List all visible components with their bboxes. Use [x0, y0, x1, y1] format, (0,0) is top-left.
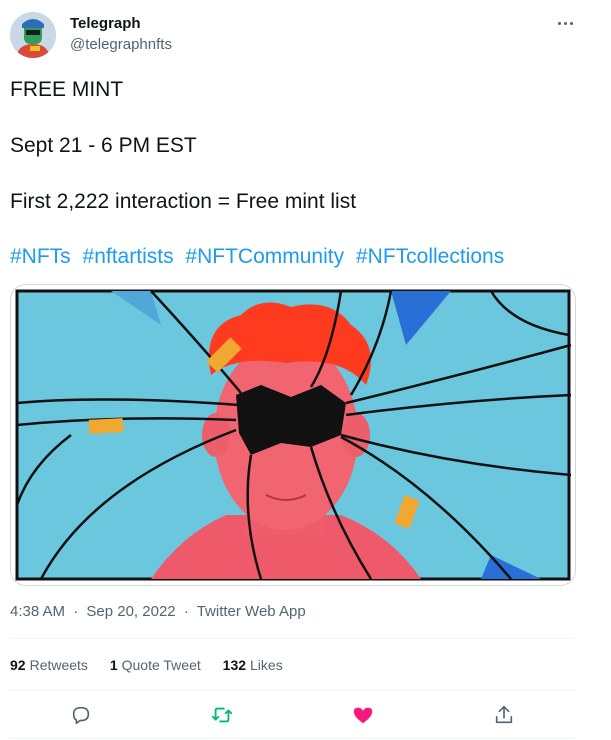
- tweet: Telegraph @telegraphnfts FREE MINT Sept …: [0, 0, 611, 740]
- reply-icon[interactable]: [70, 704, 94, 728]
- likes-label: Likes: [250, 657, 283, 673]
- quotes-label: Quote Tweet: [121, 657, 201, 673]
- tweet-meta: 4:38 AM · Sep 20, 2022 · Twitter Web App: [10, 602, 306, 622]
- retweet-icon[interactable]: [211, 704, 235, 728]
- hashtag-nfts[interactable]: #NFTs: [10, 245, 71, 268]
- avatar[interactable]: [10, 12, 56, 58]
- meta-separator: ·: [183, 603, 189, 620]
- tweet-line-1: FREE MINT: [10, 78, 124, 101]
- meta-separator: ·: [73, 603, 79, 620]
- author-name[interactable]: Telegraph: [70, 15, 141, 33]
- tweet-time[interactable]: 4:38 AM: [10, 603, 65, 620]
- retweets-count: 92: [10, 657, 26, 673]
- retweets-label: Retweets: [29, 657, 88, 673]
- heart-icon[interactable]: [352, 704, 376, 728]
- more-options-icon[interactable]: [556, 14, 576, 32]
- hashtag-nftartists[interactable]: #nftartists: [83, 245, 174, 268]
- tweet-line-3: First 2,222 interaction = Free mint list: [10, 190, 357, 213]
- retweets-stat[interactable]: 92 Retweets: [10, 656, 88, 674]
- tweet-source[interactable]: Twitter Web App: [197, 603, 306, 620]
- likes-stat[interactable]: 132 Likes: [223, 656, 283, 674]
- author-handle[interactable]: @telegraphnfts: [70, 36, 172, 54]
- divider: [10, 690, 574, 691]
- likes-count: 132: [222, 657, 247, 673]
- quotes-count: 1: [109, 657, 118, 673]
- tweet-date[interactable]: Sep 20, 2022: [86, 603, 175, 620]
- divider: [10, 638, 574, 639]
- quotes-stat[interactable]: 1 Quote Tweet: [110, 656, 201, 674]
- divider: [10, 738, 574, 739]
- tweet-line-2: Sept 21 - 6 PM EST: [10, 134, 197, 157]
- tweet-image[interactable]: [10, 284, 576, 586]
- hashtags: #NFTs #nftartists #NFTCommunity #NFTcoll…: [10, 244, 504, 270]
- hashtag-nftcommunity[interactable]: #NFTCommunity: [185, 245, 344, 268]
- hashtag-nftcollections[interactable]: #NFTcollections: [356, 245, 504, 268]
- tweet-stats: 92 Retweets 1 Quote Tweet 132 Likes: [10, 656, 301, 674]
- tweet-actions: [0, 700, 611, 732]
- share-icon[interactable]: [493, 704, 517, 728]
